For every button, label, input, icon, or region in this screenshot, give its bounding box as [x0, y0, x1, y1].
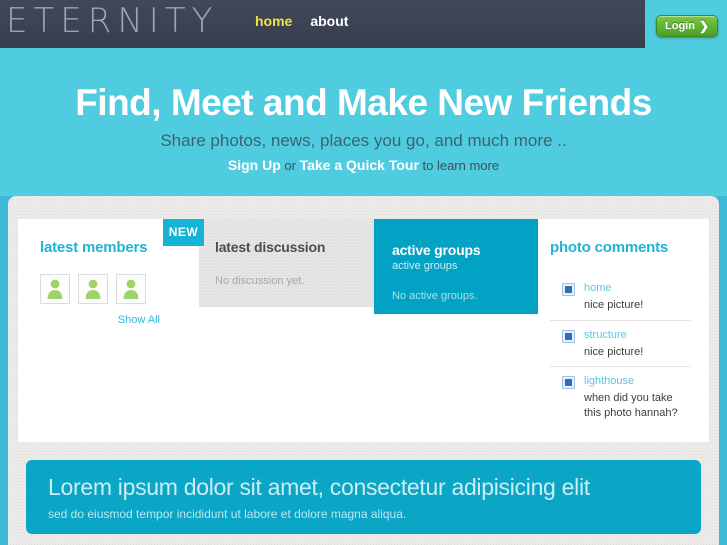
person-icon	[47, 279, 63, 299]
comment-photo-link[interactable]: structure	[584, 328, 643, 343]
login-button-label: Login	[665, 20, 695, 32]
broken-image-icon	[562, 376, 575, 390]
comment-text: nice picture!	[584, 345, 644, 358]
nav-item-about[interactable]: about	[310, 13, 348, 29]
person-icon	[123, 279, 139, 299]
avatar[interactable]	[40, 274, 70, 304]
list-item: structure nice picture!	[550, 319, 691, 367]
banner-subtext: sed do eiusmod tempor incididunt ut labo…	[48, 507, 407, 521]
groups-empty-text: No active groups.	[392, 290, 478, 302]
hero-tagline: Share photos, news, places you go, and m…	[160, 131, 567, 150]
comment-text: when did you take this photo hannah?	[584, 392, 678, 420]
widget-latest-members: latest members NEW Show All	[18, 219, 204, 442]
comment-body: lighthouse when did you take this photo …	[584, 374, 691, 421]
groups-box: active groups active groups No active gr…	[374, 219, 538, 314]
page-body: latest members NEW Show All latest discu…	[8, 196, 719, 545]
latest-discussion-title: latest discussion	[215, 239, 326, 255]
widget-active-groups: active groups active groups No active gr…	[374, 219, 538, 442]
broken-image-icon	[562, 329, 575, 343]
photo-comments-list: home nice picture! structure nice pictur…	[550, 274, 709, 428]
comment-photo-link[interactable]: lighthouse	[584, 374, 691, 389]
active-groups-title: active groups	[392, 242, 481, 258]
quick-tour-link[interactable]: Take a Quick Tour	[300, 157, 419, 173]
hero-section: Find, Meet and Make New Friends Share ph…	[0, 48, 727, 196]
signup-link[interactable]: Sign Up	[228, 157, 281, 173]
nav-item-home[interactable]: home	[255, 13, 292, 29]
login-button[interactable]: Login ❯	[656, 15, 718, 37]
site-logo[interactable]: ETERNITY	[6, 1, 218, 41]
new-badge: NEW	[163, 219, 204, 246]
active-groups-subtitle: active groups	[392, 260, 458, 272]
widgets-panel: latest members NEW Show All latest discu…	[18, 219, 709, 442]
cta-suffix-text: to learn more	[418, 158, 500, 173]
widget-photo-comments: photo comments home nice picture! struct…	[538, 219, 709, 442]
photo-comments-title: photo comments	[550, 239, 669, 256]
discussion-box: latest discussion No discussion yet.	[199, 219, 374, 307]
avatar[interactable]	[78, 274, 108, 304]
show-all-link[interactable]: Show All	[40, 314, 160, 326]
comment-body: structure nice picture!	[584, 328, 643, 360]
banner-headline: Lorem ipsum dolor sit amet, consectetur …	[48, 474, 590, 500]
widget-latest-discussion: latest discussion No discussion yet.	[199, 219, 374, 442]
avatar[interactable]	[116, 274, 146, 304]
list-item: lighthouse when did you take this photo …	[550, 366, 691, 428]
list-item: home nice picture!	[550, 274, 691, 320]
promo-banner: Lorem ipsum dolor sit amet, consectetur …	[26, 460, 701, 534]
discussion-empty-text: No discussion yet.	[215, 275, 305, 287]
broken-image-icon	[562, 283, 575, 296]
hero-headline: Find, Meet and Make New Friends	[75, 82, 652, 123]
comment-body: home nice picture!	[584, 281, 643, 313]
comment-text: nice picture!	[584, 298, 644, 311]
cta-or-text: or	[280, 158, 300, 173]
hero-cta-line: Sign Up or Take a Quick Tour to learn mo…	[0, 157, 727, 173]
member-avatars	[40, 274, 199, 304]
person-icon	[85, 279, 101, 299]
comment-photo-link[interactable]: home	[584, 281, 643, 296]
chevron-right-icon: ❯	[698, 19, 709, 33]
top-navigation-bar: ETERNITY home about	[0, 0, 645, 48]
main-nav: home about	[255, 13, 348, 29]
